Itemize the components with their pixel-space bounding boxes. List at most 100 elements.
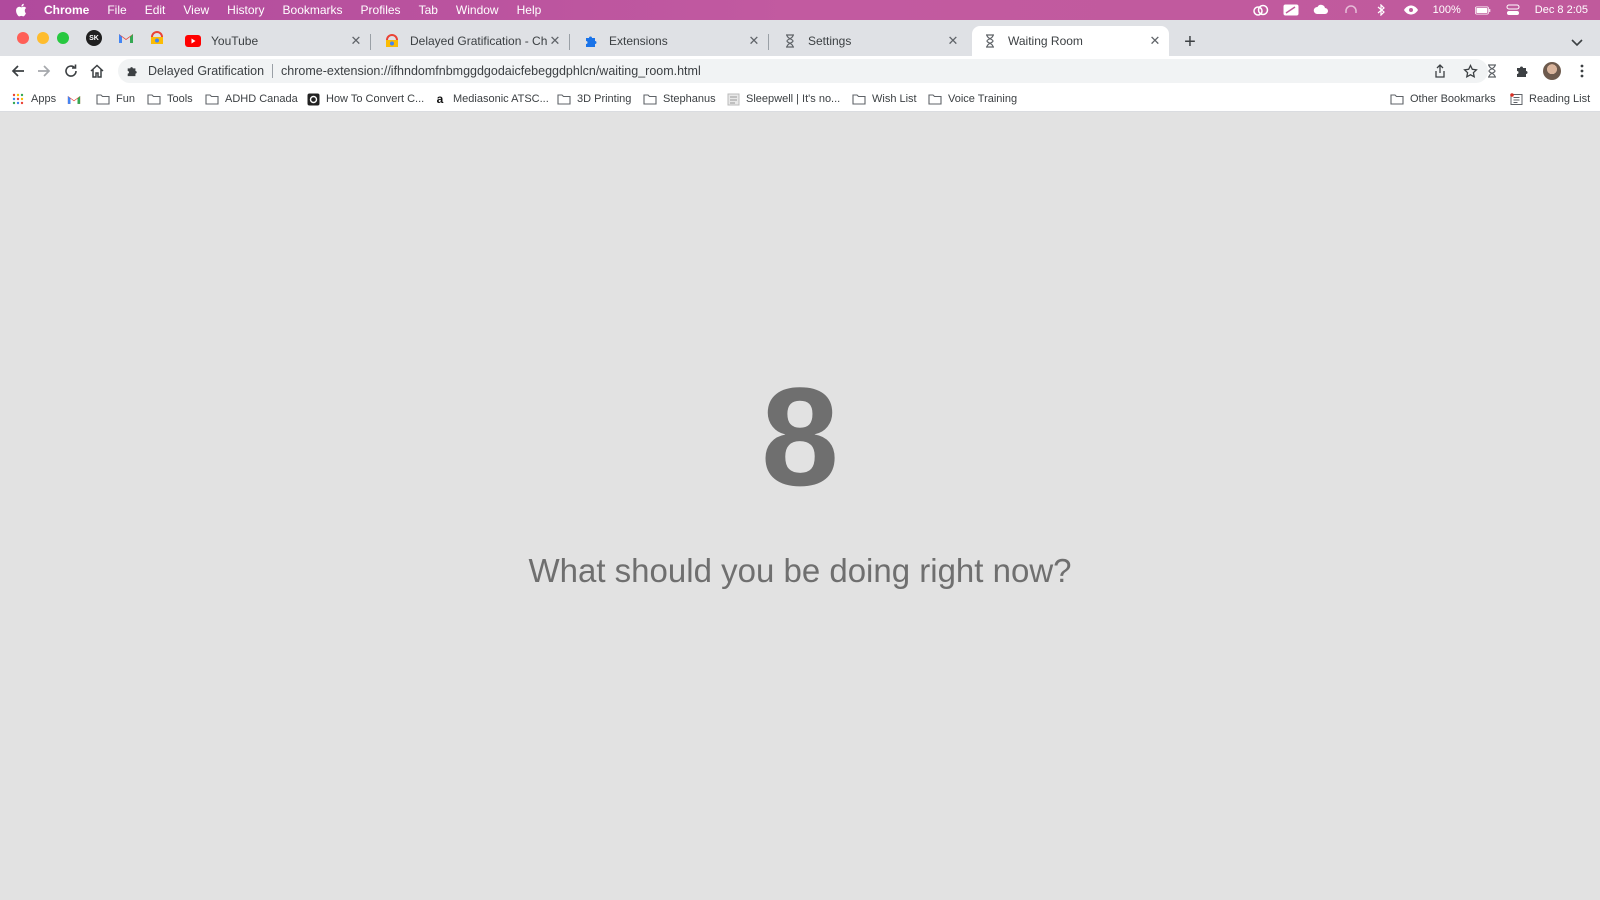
tab-waiting-room[interactable]: Waiting Room ✕ [972,26,1169,56]
menu-history[interactable]: History [227,0,264,20]
folder-icon [96,92,110,106]
bookmark-reading-list[interactable]: Reading List [1509,90,1590,108]
bookmark-label: Tools [167,93,193,105]
headphones-icon[interactable] [1343,4,1359,16]
bookmark-apps[interactable]: Apps [11,90,56,108]
amazon-icon: a [436,92,444,106]
battery-percent: 100% [1432,4,1461,16]
arrow-left-icon [11,65,24,77]
tab-title: Delayed Gratification - Chrome Web Store [410,34,547,48]
countdown-number: 8 [761,358,839,515]
tab-title: YouTube [211,34,259,48]
bookmark-label: Wish List [872,93,917,105]
eye-icon[interactable] [1403,4,1419,16]
youtube-icon [185,33,201,49]
bookmark-folder-voice-training[interactable]: Voice Training [928,90,1017,108]
menu-help[interactable]: Help [517,0,542,20]
tab-title: Settings [808,34,852,48]
gmail-icon [67,92,81,106]
creative-cloud-icon[interactable] [1252,4,1269,16]
bookmark-folder-stephanus[interactable]: Stephanus [643,90,716,108]
hourglass-icon [782,33,798,49]
minimize-window-button[interactable] [37,32,49,44]
back-button[interactable] [8,61,28,81]
scribble-app-icon[interactable] [1283,4,1299,16]
new-tab-button[interactable]: + [1180,32,1200,53]
forward-button[interactable] [34,61,54,81]
folder-icon [557,92,571,106]
tab-search-chevron-icon[interactable] [1570,34,1586,48]
delayed-gratification-extension-icon[interactable] [1482,61,1502,81]
menubar-status-area: 100% Dec 8 2:05 [1252,0,1588,20]
reload-button[interactable] [61,61,81,81]
webstore-icon [151,31,163,44]
toolbar-extensions [1482,60,1592,82]
share-icon[interactable] [1430,61,1450,81]
gmail-icon [119,34,133,43]
bookmark-folder-fun[interactable]: Fun [96,90,135,108]
pinned-tab-sk[interactable]: SK [85,29,103,47]
address-bar[interactable]: Delayed Gratification chrome-extension:/… [118,59,1488,83]
window-controls [17,32,69,44]
zoom-window-button[interactable] [57,32,69,44]
close-window-button[interactable] [17,32,29,44]
kebab-menu-icon[interactable] [1572,61,1592,81]
extensions-puzzle-icon[interactable] [1512,61,1532,81]
reading-list-icon [1509,92,1523,106]
menu-file[interactable]: File [107,0,126,20]
menu-tab[interactable]: Tab [419,0,438,20]
tab-separator [569,34,570,50]
home-icon [90,64,104,78]
bookmark-label: How To Convert C... [326,93,425,105]
tab-delayed-gratification[interactable]: Delayed Gratification - Chrome Web Store… [374,26,570,56]
bookmark-folder-tools[interactable]: Tools [147,90,193,108]
battery-icon[interactable] [1474,4,1491,16]
extension-name-chip[interactable]: Delayed Gratification [148,64,264,78]
tab-youtube[interactable]: YouTube ✕ [175,26,371,56]
bookmark-mediasonic[interactable]: a Mediasonic ATSC... [433,90,549,108]
apple-menu-icon[interactable] [14,3,28,17]
url-text[interactable]: chrome-extension://ifhndomfnbmggdgodaicf… [281,64,701,78]
bookmark-folder-adhd-canada[interactable]: ADHD Canada [205,90,298,108]
bookmark-star-icon[interactable] [1460,61,1480,81]
bookmark-folder-3d-printing[interactable]: 3D Printing [557,90,631,108]
folder-icon [643,92,657,106]
menu-view[interactable]: View [183,0,209,20]
close-tab-icon[interactable]: ✕ [547,33,563,49]
menubar-clock[interactable]: Dec 8 2:05 [1535,4,1588,16]
macos-menubar: Chrome File Edit View History Bookmarks … [0,0,1600,20]
folder-icon [852,92,866,106]
bookmark-folder-wish-list[interactable]: Wish List [852,90,917,108]
close-tab-icon[interactable]: ✕ [1147,33,1163,49]
bluetooth-icon[interactable] [1373,4,1389,16]
bookmark-label: Reading List [1529,93,1591,105]
tab-extensions[interactable]: Extensions ✕ [573,26,769,56]
tab-strip: SK YouTube ✕ Delayed Gratification - Chr… [0,20,1600,56]
bookmark-label: Mediasonic ATSC... [453,93,549,105]
close-tab-icon[interactable]: ✕ [945,33,961,49]
pinned-tab-webstore[interactable] [148,29,166,47]
pinned-tab-gmail[interactable] [117,29,135,47]
home-button[interactable] [87,61,107,81]
close-tab-icon[interactable]: ✕ [746,33,762,49]
menu-edit[interactable]: Edit [145,0,166,20]
bookmarks-bar: Apps Fun Tools ADHD Canada How To Conver… [0,86,1600,112]
cloud-app-icon[interactable] [1313,4,1329,16]
address-bar-actions [1430,59,1488,83]
bookmark-how-to-convert[interactable]: How To Convert C... [306,90,424,108]
folder-icon [205,92,219,106]
bookmark-sleepwell[interactable]: Sleepwell | It's no... [726,90,840,108]
menu-app-name[interactable]: Chrome [44,0,89,20]
bookmark-other-bookmarks[interactable]: Other Bookmarks [1390,90,1496,108]
tab-settings[interactable]: Settings ✕ [772,26,967,56]
menu-profiles[interactable]: Profiles [361,0,401,20]
menu-window[interactable]: Window [456,0,499,20]
bookmark-gmail[interactable] [67,90,87,108]
profile-avatar[interactable] [1542,61,1562,81]
folder-icon [928,92,942,106]
control-center-icon[interactable] [1505,4,1521,16]
menu-bookmarks[interactable]: Bookmarks [283,0,343,20]
tab-title: Extensions [609,34,668,48]
close-tab-icon[interactable]: ✕ [348,33,364,49]
bookmark-label: Voice Training [948,93,1018,105]
